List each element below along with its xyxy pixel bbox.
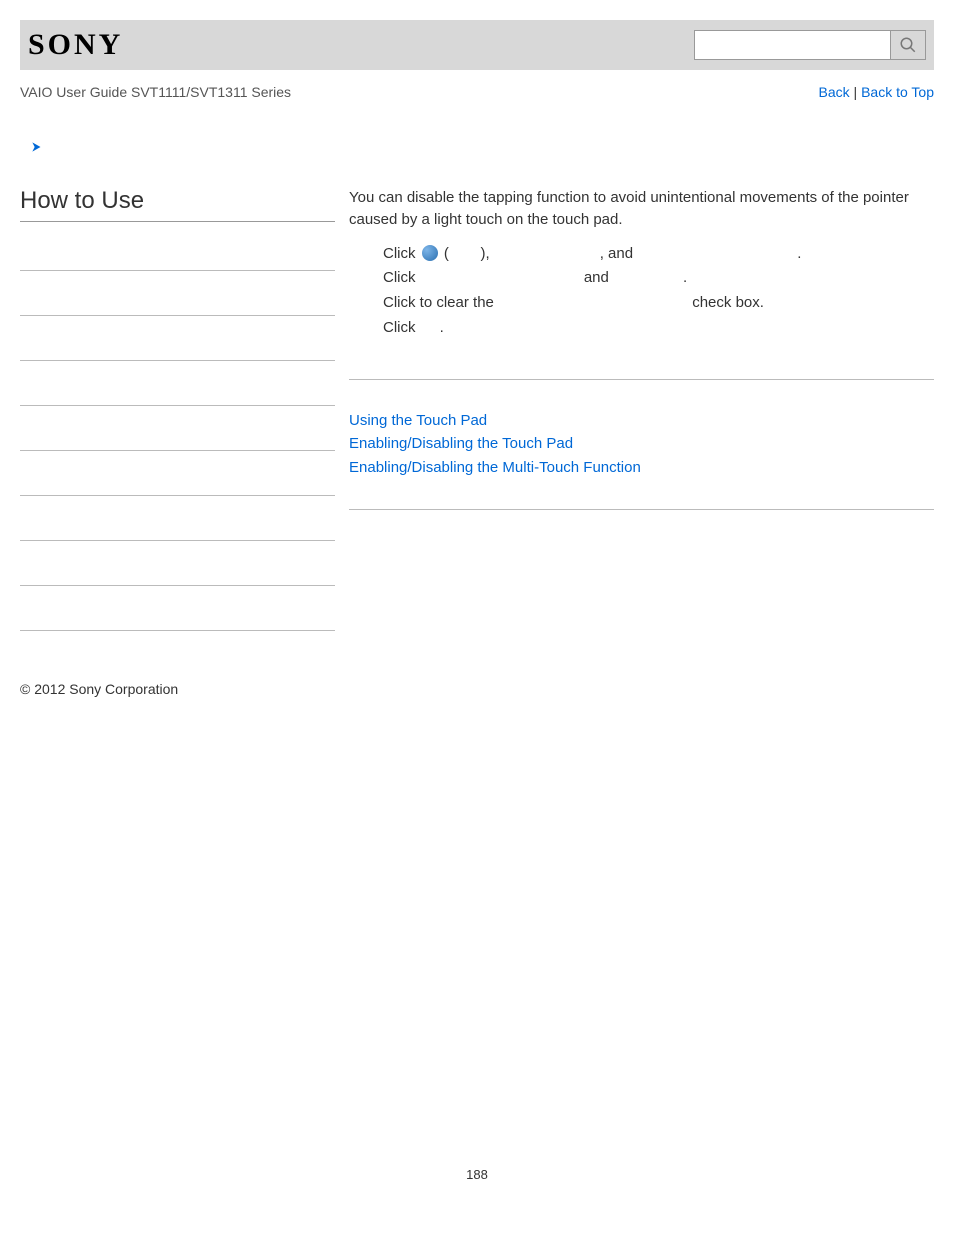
sidebar-item[interactable] — [20, 316, 335, 361]
related-link-multi-touch[interactable]: Enabling/Disabling the Multi-Touch Funct… — [349, 457, 934, 479]
search-button[interactable] — [890, 31, 925, 59]
sidebar-item[interactable] — [20, 496, 335, 541]
steps-list: Click (Start),, and . Click and . Click … — [383, 243, 934, 339]
sub-header: VAIO User Guide SVT1111/SVT1311 Series B… — [20, 84, 934, 100]
separator: | — [850, 84, 861, 100]
sidebar-item[interactable] — [20, 361, 335, 406]
related-link-enable-touch-pad[interactable]: Enabling/Disabling the Touch Pad — [349, 433, 934, 455]
nav-links: Back | Back to Top — [819, 84, 934, 100]
text: , and — [600, 245, 638, 262]
step-1: Click (Start),, and . — [383, 243, 934, 265]
page-number: 188 — [0, 1167, 954, 1182]
windows-start-icon — [422, 245, 438, 261]
sidebar-heading: How to Use — [20, 187, 335, 222]
back-to-top-link[interactable]: Back to Top — [861, 84, 934, 100]
text: ( — [440, 245, 449, 262]
text: Click — [383, 269, 420, 286]
sidebar-item[interactable] — [20, 451, 335, 496]
divider — [349, 379, 934, 380]
main-content: You can disable the tapping function to … — [335, 187, 934, 631]
sony-logo: SONY — [28, 28, 123, 62]
text: ), — [481, 245, 490, 262]
text: . — [683, 269, 687, 286]
intro-text: You can disable the tapping function to … — [349, 187, 934, 231]
text: Click to clear the — [383, 294, 498, 311]
step-2: Click and . — [383, 267, 934, 289]
top-bar: SONY — [20, 20, 934, 70]
back-link[interactable]: Back — [819, 84, 850, 100]
breadcrumb-arrow-icon[interactable] — [30, 140, 954, 157]
text: Click — [383, 245, 420, 262]
sidebar-item[interactable] — [20, 586, 335, 631]
step-3: Click to clear the check box. — [383, 292, 934, 314]
search-input[interactable] — [695, 31, 890, 59]
text: . — [797, 245, 801, 262]
divider — [349, 509, 934, 510]
guide-title: VAIO User Guide SVT1111/SVT1311 Series — [20, 84, 291, 100]
sidebar-item[interactable] — [20, 406, 335, 451]
search-container — [694, 30, 926, 60]
sidebar-item[interactable] — [20, 271, 335, 316]
text: and — [580, 269, 613, 286]
sidebar-item[interactable] — [20, 226, 335, 271]
copyright: © 2012 Sony Corporation — [20, 681, 934, 697]
related-link-touch-pad[interactable]: Using the Touch Pad — [349, 410, 934, 432]
search-icon — [899, 36, 917, 54]
step-4: Click . — [383, 317, 934, 339]
text: Click — [383, 319, 420, 336]
text: check box. — [688, 294, 764, 311]
text: . — [440, 319, 444, 336]
sidebar-item[interactable] — [20, 541, 335, 586]
related-links: Using the Touch Pad Enabling/Disabling t… — [349, 410, 934, 479]
sidebar: How to Use — [20, 187, 335, 631]
